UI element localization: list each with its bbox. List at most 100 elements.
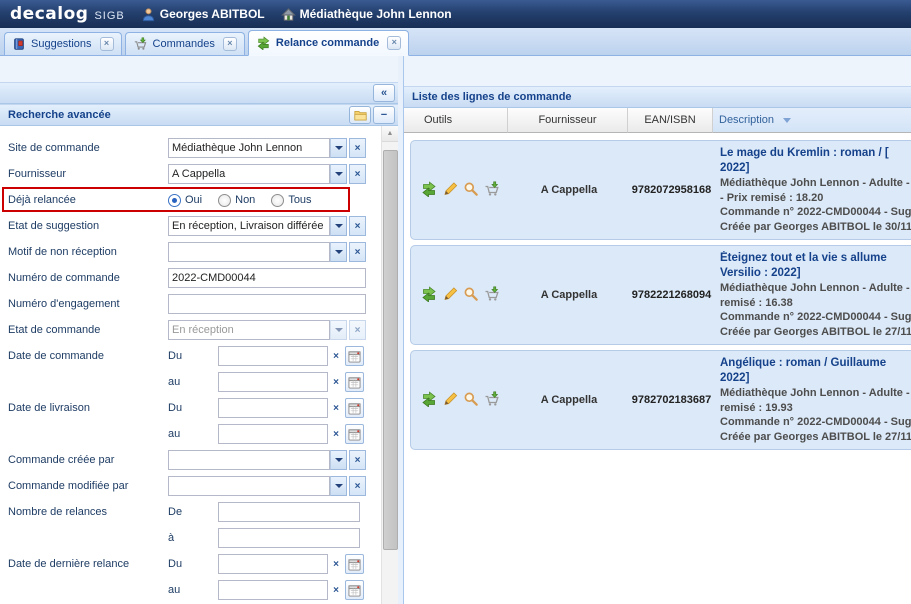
order-line-row[interactable]: A Cappella 9782072958168 Le mage du Krem… [410,140,911,240]
field-label: Date de dernière relance [8,558,168,570]
motif-non-reception-input[interactable] [168,242,330,262]
date-derniere-relance-du-input[interactable] [218,554,328,574]
clear-date-icon[interactable]: × [328,585,344,596]
clear-date-icon[interactable]: × [328,429,344,440]
magnifier-icon[interactable] [463,286,479,305]
clear-date-icon[interactable]: × [328,403,344,414]
scrollbar-thumb[interactable] [383,150,398,550]
detail-line: remisé : 16.38 [720,296,911,311]
column-header-outils[interactable]: Outils [404,108,508,133]
current-site[interactable]: Médiathèque John Lennon [281,7,452,22]
calendar-button[interactable] [345,424,364,444]
scroll-up-icon[interactable]: ▲ [382,126,398,142]
clear-date-icon[interactable]: × [328,377,344,388]
book-icon [12,37,26,51]
magnifier-icon[interactable] [463,181,479,200]
magnifier-icon[interactable] [463,391,479,410]
receive-cart-icon[interactable] [484,286,500,305]
column-header-description[interactable]: Description [713,108,911,133]
radio-button-icon[interactable] [218,194,231,207]
sort-arrow-icon[interactable] [783,118,791,123]
numero-engagement-input[interactable] [168,294,366,314]
clear-field-button[interactable]: × [349,164,366,184]
tab-label: Commandes [153,38,215,50]
edit-icon[interactable] [442,286,458,305]
current-user[interactable]: Georges ABITBOL [141,7,265,22]
date-commande-du-input[interactable] [218,346,328,366]
chevron-down-icon[interactable] [330,242,347,262]
calendar-button[interactable] [345,372,364,392]
nb-relances-de-input[interactable] [218,502,360,522]
edit-icon[interactable] [442,181,458,200]
chevron-down-icon[interactable] [330,450,347,470]
collapse-section-button[interactable]: − [373,106,395,124]
tab-suggestions[interactable]: Suggestions × [4,32,122,55]
column-header-fournisseur[interactable]: Fournisseur [508,108,628,133]
field-label: Numéro d'engagement [8,298,168,310]
clear-field-button[interactable]: × [349,216,366,236]
edit-icon[interactable] [442,391,458,410]
close-icon[interactable]: × [387,36,401,50]
main-content: « Recherche avancée − Site de commande × [0,56,911,604]
chevron-down-icon[interactable] [330,138,347,158]
app-header: decalog SIGB Georges ABITBOL Médiathèque… [0,0,911,28]
date-commande-au-input[interactable] [218,372,328,392]
date-livraison-au-input[interactable] [218,424,328,444]
calendar-button[interactable] [345,398,364,418]
receive-cart-icon[interactable] [484,181,500,200]
radio-tous[interactable]: Tous [271,194,311,207]
close-icon[interactable]: × [223,37,237,51]
nb-relances-a-input[interactable] [218,528,360,548]
date-derniere-relance-au-input[interactable] [218,580,328,600]
tab-label: Suggestions [31,38,92,50]
tab-commandes[interactable]: Commandes × [125,32,245,55]
radio-button-icon[interactable] [271,194,284,207]
chevron-down-icon [330,320,347,340]
column-header-ean-isbn[interactable]: EAN/ISBN [628,108,713,133]
ean-cell: 9782072958168 [629,184,714,196]
commande-modifiee-par-input[interactable] [168,476,330,496]
order-line-row[interactable]: A Cappella 9782221268094 Éteignez tout e… [410,245,911,345]
etat-suggestion-input[interactable] [168,216,330,236]
tab-label: Relance commande [276,37,379,49]
radio-button-icon[interactable] [168,194,181,207]
chevron-down-icon[interactable] [330,164,347,184]
folder-button[interactable] [349,106,371,124]
collapse-panel-button[interactable]: « [373,84,395,102]
clear-field-button[interactable]: × [349,476,366,496]
logo-suffix: SIGB [94,10,124,22]
receive-cart-icon[interactable] [484,391,500,410]
numero-commande-input[interactable] [168,268,366,288]
clear-field-button[interactable]: × [349,138,366,158]
clear-date-icon[interactable]: × [328,351,344,362]
radio-oui[interactable]: Oui [168,194,202,207]
relance-icon[interactable] [421,181,437,200]
scrollbar[interactable]: ▲ [381,126,398,604]
detail-line: Médiathèque John Lennon - Adulte - Alo [720,281,911,296]
tab-relance-commande[interactable]: Relance commande × [248,30,409,56]
clear-field-button[interactable]: × [349,450,366,470]
calendar-button[interactable] [345,580,364,600]
to-label: au [168,376,218,388]
detail-line: Créée par Georges ABITBOL le 27/11/20 [720,430,911,445]
grid-column-headers: Outils Fournisseur EAN/ISBN Description [404,108,911,133]
clear-date-icon[interactable]: × [328,559,344,570]
detail-line: Créée par Georges ABITBOL le 27/11/20 [720,325,911,340]
chevron-down-icon[interactable] [330,476,347,496]
clear-field-button[interactable]: × [349,242,366,262]
chevron-down-icon[interactable] [330,216,347,236]
close-icon[interactable]: × [100,37,114,51]
fournisseur-input[interactable] [168,164,330,184]
commande-creee-par-input[interactable] [168,450,330,470]
tab-bar: Suggestions × Commandes × Relance comman… [0,28,911,56]
site-de-commande-input[interactable] [168,138,330,158]
form-row-num-commande: Numéro de commande [0,265,381,291]
relance-icon[interactable] [421,391,437,410]
calendar-button[interactable] [345,554,364,574]
radio-non[interactable]: Non [218,194,255,207]
date-livraison-du-input[interactable] [218,398,328,418]
order-line-row[interactable]: A Cappella 9782702183687 Angélique : rom… [410,350,911,450]
relance-icon[interactable] [421,286,437,305]
calendar-button[interactable] [345,346,364,366]
search-form: Site de commande × Fournisseur × Déjà re… [0,126,381,604]
